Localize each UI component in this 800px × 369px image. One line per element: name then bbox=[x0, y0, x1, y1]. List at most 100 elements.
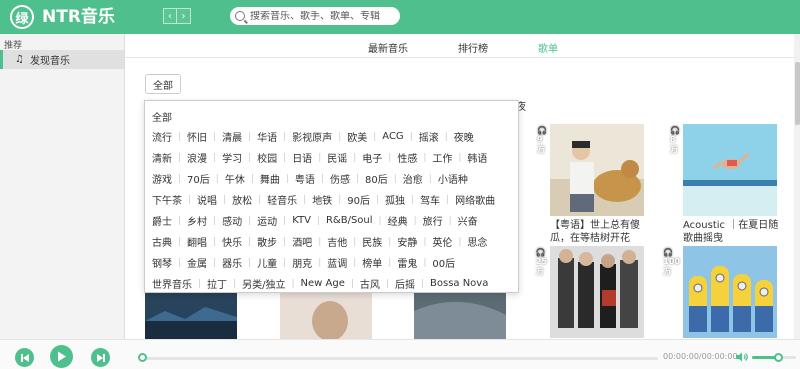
search-box[interactable] bbox=[230, 7, 400, 25]
volume-slider[interactable] bbox=[752, 353, 796, 362]
category-tag[interactable]: 孤独 bbox=[385, 192, 405, 207]
category-tag[interactable]: 民族 bbox=[362, 234, 382, 249]
category-tag[interactable]: 古典 bbox=[152, 234, 172, 249]
playlist-title[interactable]: 【粤语】世上总有傻瓜，在等桔树开花 bbox=[550, 219, 646, 245]
scrollbar-thumb[interactable] bbox=[795, 62, 800, 125]
category-tag[interactable]: 游戏 bbox=[152, 171, 172, 186]
category-tag[interactable]: 翻唱 bbox=[187, 234, 207, 249]
category-tag[interactable]: 运动 bbox=[257, 213, 277, 228]
back-button[interactable]: ‹ bbox=[163, 8, 177, 24]
category-tag[interactable]: 欧美 bbox=[347, 129, 367, 144]
forward-button[interactable]: › bbox=[177, 8, 191, 24]
category-tag[interactable]: 蓝调 bbox=[327, 255, 347, 270]
category-tag[interactable]: Bossa Nova bbox=[430, 278, 488, 289]
tab-charts[interactable]: 排行榜 bbox=[458, 40, 488, 55]
category-tag[interactable]: 民谣 bbox=[327, 150, 347, 165]
category-tag[interactable]: 舞曲 bbox=[260, 171, 280, 186]
sidebar-item-discover-music[interactable]: ♫ 发现音乐 bbox=[0, 50, 124, 69]
category-tag[interactable]: 网络歌曲 bbox=[455, 192, 495, 207]
category-tag[interactable]: 世界音乐 bbox=[152, 276, 192, 291]
category-tag[interactable]: R&B/Soul bbox=[326, 215, 373, 226]
category-tag[interactable]: 治愈 bbox=[403, 171, 423, 186]
category-tag[interactable]: 吉他 bbox=[327, 234, 347, 249]
category-tag[interactable]: 后摇 bbox=[395, 276, 415, 291]
category-tag[interactable]: ACG bbox=[382, 131, 403, 142]
playlist-title[interactable]: Acoustic ｜在夏日随歌曲摇曳 bbox=[683, 219, 779, 245]
category-separator: | bbox=[378, 215, 382, 226]
category-tag[interactable]: 性感 bbox=[397, 150, 417, 165]
category-tag[interactable]: 90后 bbox=[347, 192, 370, 207]
category-tag[interactable]: 安静 bbox=[397, 234, 417, 249]
category-filter-button[interactable]: 全部 bbox=[145, 74, 181, 94]
previous-button[interactable] bbox=[15, 348, 34, 367]
category-tag[interactable]: 清晨 bbox=[222, 129, 242, 144]
category-tag[interactable]: 驾车 bbox=[420, 192, 440, 207]
progress-bar[interactable] bbox=[140, 357, 658, 360]
category-tag[interactable]: 影视原声 bbox=[292, 129, 332, 144]
tab-latest-music[interactable]: 最新音乐 bbox=[368, 40, 408, 55]
category-tag[interactable]: 说唱 bbox=[197, 192, 217, 207]
category-tag[interactable]: 怀旧 bbox=[187, 129, 207, 144]
category-tag[interactable]: 酒吧 bbox=[292, 234, 312, 249]
playlist-cover[interactable] bbox=[145, 291, 237, 339]
category-tag[interactable]: 思念 bbox=[467, 234, 487, 249]
category-tag[interactable]: 乡村 bbox=[187, 213, 207, 228]
category-tag[interactable]: 器乐 bbox=[222, 255, 242, 270]
category-tag[interactable]: 雷鬼 bbox=[397, 255, 417, 270]
category-tag[interactable]: 散步 bbox=[257, 234, 277, 249]
category-tag[interactable]: 日语 bbox=[292, 150, 312, 165]
category-tag[interactable]: 浪漫 bbox=[187, 150, 207, 165]
playlist-cover[interactable] bbox=[280, 291, 372, 339]
category-tag[interactable]: 学习 bbox=[222, 150, 242, 165]
category-tag[interactable]: 夜晚 bbox=[454, 129, 474, 144]
play-button[interactable] bbox=[50, 345, 73, 368]
category-tag[interactable]: 工作 bbox=[432, 150, 452, 165]
category-tag[interactable]: 清新 bbox=[152, 150, 172, 165]
category-tag[interactable]: 轻音乐 bbox=[267, 192, 297, 207]
category-tag[interactable]: 榜单 bbox=[362, 255, 382, 270]
category-tag[interactable]: 感动 bbox=[222, 213, 242, 228]
history-nav: ‹ › bbox=[163, 8, 191, 24]
category-tag[interactable]: 兴奋 bbox=[458, 213, 478, 228]
volume-handle[interactable] bbox=[774, 353, 784, 362]
category-tag[interactable]: 另类/独立 bbox=[242, 276, 285, 291]
category-tag[interactable]: 80后 bbox=[365, 171, 388, 186]
search-input[interactable] bbox=[250, 10, 390, 22]
category-tag[interactable]: 经典 bbox=[388, 213, 408, 228]
category-tag[interactable]: 粤语 bbox=[295, 171, 315, 186]
category-tag[interactable]: New Age bbox=[301, 278, 345, 289]
category-tag[interactable]: 地铁 bbox=[312, 192, 332, 207]
category-separator: | bbox=[213, 131, 217, 142]
category-tag[interactable]: 午休 bbox=[225, 171, 245, 186]
tab-playlists[interactable]: 歌单 bbox=[538, 40, 558, 55]
playlist-cover[interactable] bbox=[414, 291, 506, 339]
category-tag[interactable]: 韩语 bbox=[467, 150, 487, 165]
category-tag[interactable]: 放松 bbox=[232, 192, 252, 207]
category-tag[interactable]: 旅行 bbox=[423, 213, 443, 228]
category-all[interactable]: 全部 bbox=[152, 109, 172, 124]
category-tag[interactable]: 华语 bbox=[257, 129, 277, 144]
category-tag[interactable]: 电子 bbox=[362, 150, 382, 165]
category-tag[interactable]: 英伦 bbox=[432, 234, 452, 249]
category-tag[interactable]: 金属 bbox=[187, 255, 207, 270]
category-tag[interactable]: 朋克 bbox=[292, 255, 312, 270]
category-tag[interactable]: 摇滚 bbox=[419, 129, 439, 144]
category-tag[interactable]: 拉丁 bbox=[207, 276, 227, 291]
volume-icon[interactable] bbox=[735, 352, 749, 362]
category-tag[interactable]: 古风 bbox=[360, 276, 380, 291]
next-button[interactable] bbox=[91, 348, 110, 367]
category-tag[interactable]: 小语种 bbox=[438, 171, 468, 186]
category-tag[interactable]: 70后 bbox=[187, 171, 210, 186]
category-tag[interactable]: 爵士 bbox=[152, 213, 172, 228]
category-tag[interactable]: 校园 bbox=[257, 150, 277, 165]
progress-handle[interactable] bbox=[138, 353, 147, 362]
category-tag[interactable]: KTV bbox=[292, 215, 311, 226]
category-tag[interactable]: 下午茶 bbox=[152, 192, 182, 207]
category-tag[interactable]: 伤感 bbox=[330, 171, 350, 186]
category-tag[interactable]: 流行 bbox=[152, 129, 172, 144]
category-tag[interactable]: 00后 bbox=[432, 255, 455, 270]
scrollbar[interactable] bbox=[794, 34, 800, 339]
category-tag[interactable]: 快乐 bbox=[222, 234, 242, 249]
category-tag[interactable]: 儿童 bbox=[257, 255, 277, 270]
category-tag[interactable]: 钢琴 bbox=[152, 255, 172, 270]
